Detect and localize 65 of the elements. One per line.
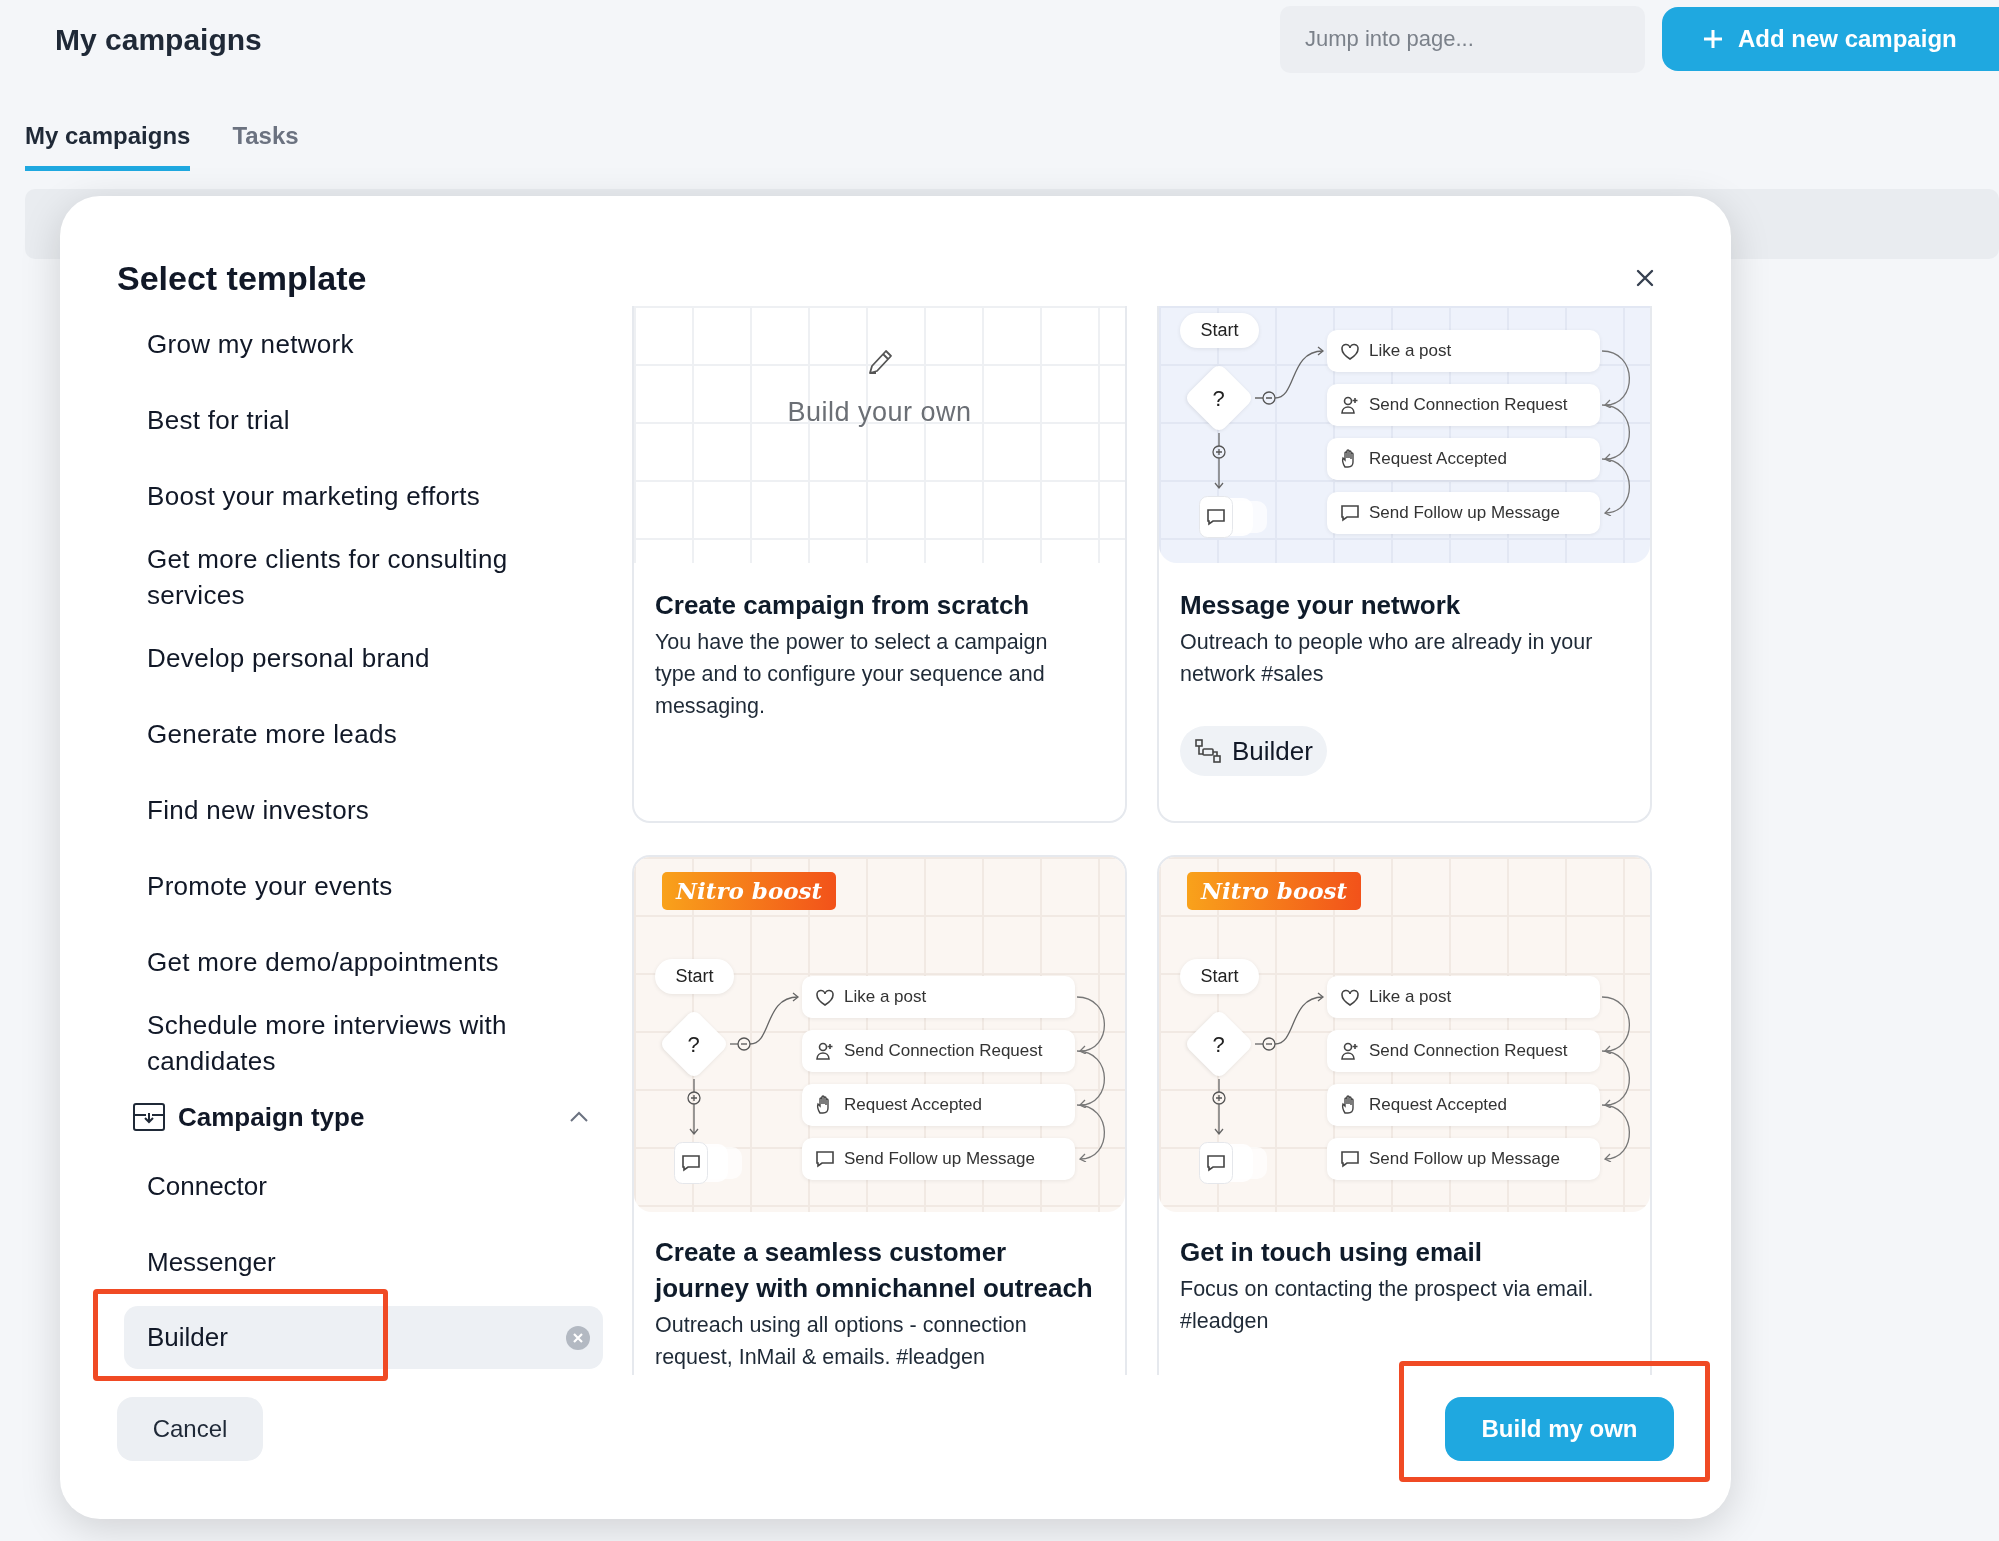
card-title: Message your network: [1180, 589, 1462, 622]
add-person-icon: [1339, 394, 1361, 416]
goal-item[interactable]: Get more clients for consulting services: [124, 534, 603, 620]
card-description: Outreach to people who are already in your network #sales: [1180, 629, 1594, 688]
start-node: Start: [1180, 313, 1259, 348]
campaign-type-option[interactable]: Connector: [124, 1148, 603, 1224]
nitro-badge: Nitro boost: [662, 872, 837, 910]
preview-label: Build your own: [787, 396, 972, 429]
step-label: Send Connection Request: [1369, 1040, 1568, 1063]
card-title: Create a seamless customer journey with omnichannel outreach: [655, 1236, 1094, 1305]
chat-icon: [1339, 1148, 1361, 1170]
card-description: You have the power to select a campaign type and to configure your sequence and messaging.: [655, 629, 1049, 720]
campaign-type-option[interactable]: Messenger: [124, 1224, 603, 1300]
step-label: Request Accepted: [844, 1094, 982, 1117]
filter-icon: [132, 1102, 166, 1132]
message-node-drawing: [1199, 1142, 1269, 1184]
builder-icon: [1194, 738, 1222, 764]
campaign-type-header[interactable]: Campaign type: [124, 1086, 603, 1148]
goal-item[interactable]: Find new investors: [124, 772, 603, 848]
step-label: Send Connection Request: [1369, 394, 1568, 417]
tab[interactable]: Tasks: [232, 118, 299, 171]
card-title: Create campaign from scratch: [655, 589, 1031, 622]
goal-item[interactable]: Grow my network: [124, 306, 603, 382]
cancel-button[interactable]: Cancel: [117, 1397, 263, 1461]
tag-label: Builder: [1232, 734, 1313, 768]
card-title: Get in touch using email: [1180, 1236, 1483, 1269]
message-node-drawing: [674, 1142, 744, 1184]
goal-item[interactable]: Generate more leads: [124, 696, 603, 772]
search-field[interactable]: Jump into page...: [1280, 5, 1645, 73]
template-card[interactable]: Nitro boost Start ? Like a post Send Connection Request Request Accepted Send Follow up Message Get in touch using email Focus on contacting the prospect via email. #leadgen: [1157, 855, 1652, 1375]
tab[interactable]: My campaigns: [25, 118, 191, 171]
goal-item[interactable]: Get more demo/appointments: [124, 924, 603, 1000]
goal-item[interactable]: Develop personal brand: [124, 620, 603, 696]
chat-icon: [814, 1148, 836, 1170]
dialog-title: Select template: [117, 257, 367, 299]
step-label: Send Follow up Message: [844, 1148, 1035, 1171]
add-person-icon: [814, 1040, 836, 1062]
goal-item[interactable]: Schedule more interviews with candidates: [124, 1000, 603, 1086]
step-label: Send Follow up Message: [1369, 1148, 1560, 1171]
nitro-badge: Nitro boost: [1187, 872, 1362, 910]
step-label: Request Accepted: [1369, 1094, 1507, 1117]
template-card[interactable]: [632, 855, 1127, 1375]
add-person-icon: [1339, 1040, 1361, 1062]
campaign-type-option[interactable]: Builder: [124, 1306, 603, 1369]
template-card[interactable]: Start ? Like a post Send Connection Request Request Accepted Send Follow up Message Message your network Outreach to people who are already in your network #sales Builder: [1157, 306, 1652, 823]
step-label: Like a post: [1369, 340, 1452, 363]
card-description: Focus on contacting the prospect via email. #leadgen: [1180, 1276, 1595, 1335]
step-label: Send Follow up Message: [1369, 502, 1560, 525]
start-node: Start: [655, 959, 734, 994]
step-label: Like a post: [1369, 986, 1452, 1009]
goal-item[interactable]: Promote your events: [124, 848, 603, 924]
plus-icon: [1702, 28, 1724, 50]
step-label: Send Connection Request: [844, 1040, 1043, 1063]
message-node-drawing: [1199, 496, 1269, 538]
chat-icon: [1339, 502, 1361, 524]
goal-item[interactable]: Best for trial: [124, 382, 603, 458]
template-card[interactable]: Build your own Create campaign from scratch You have the power to select a campaign type and to configure your sequence and messaging.: [632, 306, 1127, 823]
page-title: My campaigns: [55, 21, 262, 58]
clear-icon: [565, 1324, 591, 1351]
card-description: Outreach using all options - connection request, InMail & emails. #leadgen: [655, 1312, 1028, 1371]
goal-item[interactable]: Boost your marketing efforts: [124, 458, 603, 534]
step-label: Like a post: [844, 986, 927, 1009]
close-icon: [1635, 268, 1655, 288]
step-label: Request Accepted: [1369, 448, 1507, 471]
start-node: Start: [1180, 959, 1259, 994]
